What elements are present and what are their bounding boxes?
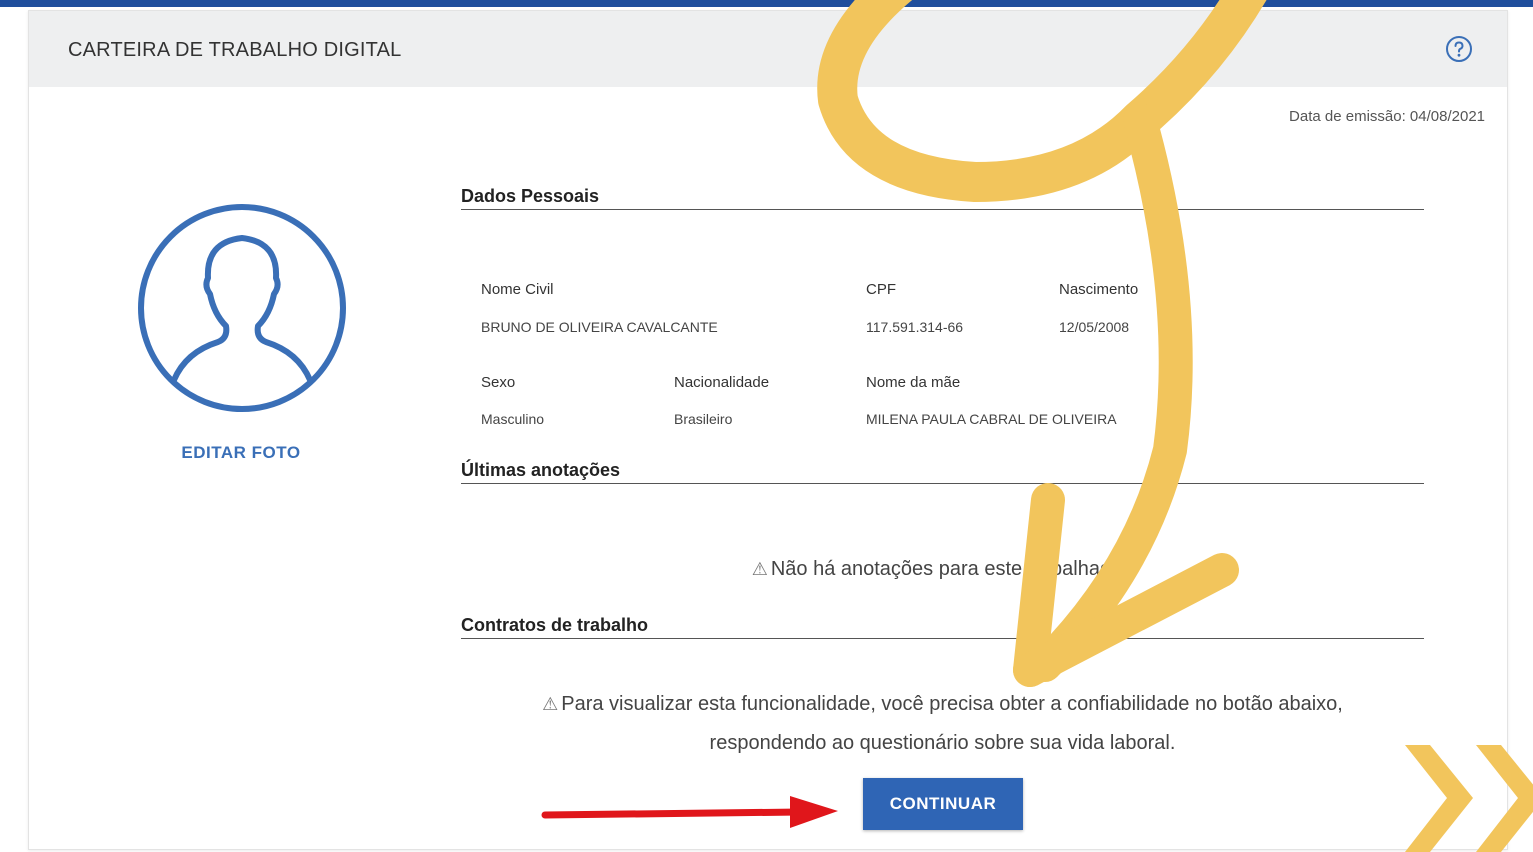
- warning-icon: ⚠: [751, 559, 768, 579]
- user-silhouette-icon: [138, 204, 346, 412]
- edit-photo-link[interactable]: EDITAR FOTO: [121, 443, 361, 463]
- section-dados-pessoais: Dados Pessoais: [461, 186, 1424, 210]
- value-nascimento: 12/05/2008: [1059, 319, 1130, 335]
- contracts-notice-line2: respondendo ao questionário sobre sua vi…: [709, 732, 1176, 754]
- value-nome-mae: MILENA PAULA CABRAL DE OLIVEIRA: [866, 411, 1117, 427]
- value-cpf: 117.591.314-66: [866, 319, 964, 335]
- section-ultimas-anotacoes: Últimas anotações: [461, 460, 1424, 484]
- contracts-notice-line1: ⚠ Para visualizar esta funcionalidade, vo…: [461, 693, 1424, 716]
- label-sexo: Sexo: [481, 374, 516, 391]
- emission-date: Data de emissão: 04/08/2021: [1289, 108, 1485, 125]
- label-nome-civil: Nome Civil: [481, 281, 554, 298]
- annotations-empty-notice: ⚠ Não há anotações para este trabalhador.: [461, 558, 1424, 581]
- value-sexo: Masculino: [481, 411, 545, 427]
- label-nome-mae: Nome da mãe: [866, 374, 961, 391]
- value-nacionalidade: Brasileiro: [674, 411, 733, 427]
- annotations-empty-text: Não há anotações para este trabalhador.: [770, 558, 1134, 580]
- value-nome-civil: BRUNO DE OLIVEIRA CAVALCANTE: [481, 319, 718, 335]
- page-title: CARTEIRA DE TRABALHO DIGITAL: [68, 39, 402, 61]
- warning-icon: ⚠: [542, 694, 559, 714]
- contracts-notice-text1: Para visualizar esta funcionalidade, voc…: [561, 693, 1343, 715]
- card-header: CARTEIRA DE TRABALHO DIGITAL: [29, 11, 1507, 87]
- section-contratos-trabalho: Contratos de trabalho: [461, 615, 1424, 639]
- label-nascimento: Nascimento: [1059, 281, 1139, 298]
- label-nacionalidade: Nacionalidade: [674, 374, 770, 391]
- ctps-card: CARTEIRA DE TRABALHO DIGITAL Data de emi…: [28, 10, 1508, 850]
- question-circle-icon[interactable]: [1445, 35, 1473, 63]
- label-cpf: CPF: [866, 281, 896, 298]
- continue-button[interactable]: CONTINUAR: [863, 778, 1023, 830]
- top-bar: [0, 0, 1533, 7]
